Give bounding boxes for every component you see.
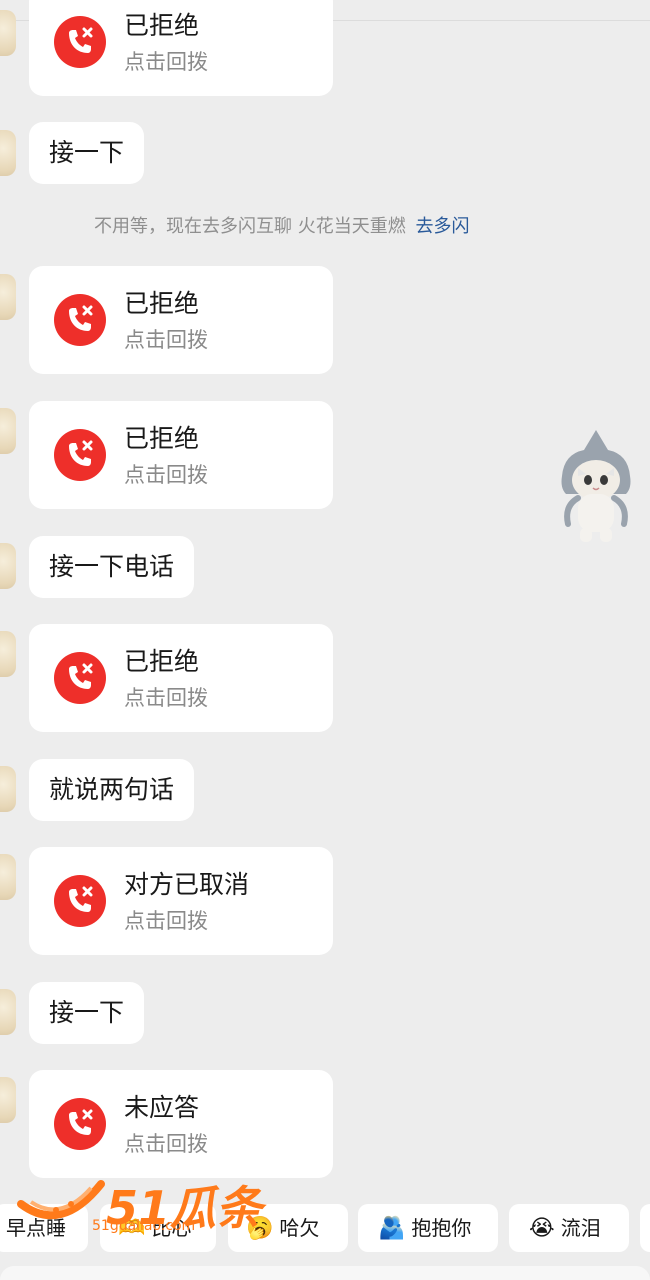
quick-reply-label: 哈欠 <box>279 1216 320 1240</box>
call-record-bubble[interactable]: 已拒绝 点击回拨 <box>29 0 333 96</box>
system-notice-text: 不用等，现在去多闪互聊 火花当天重燃 <box>94 216 406 237</box>
avatar[interactable] <box>0 10 16 56</box>
quick-reply-chip[interactable]: 🫂 抱抱你 <box>358 1204 498 1252</box>
missed-call-icon <box>54 16 106 68</box>
watermark-logo: 51瓜条 51gualiao.com <box>16 1170 262 1240</box>
input-area[interactable] <box>0 1266 650 1280</box>
call-record-bubble[interactable]: 对方已取消 点击回拨 <box>29 847 333 955</box>
missed-call-icon <box>54 1098 106 1150</box>
call-status: 已拒绝 <box>124 424 200 453</box>
text-message-bubble[interactable]: 接一下 <box>29 122 145 184</box>
avatar[interactable] <box>0 543 16 589</box>
quick-reply-label: 流泪 <box>560 1216 601 1240</box>
callback-label: 点击回拨 <box>124 686 208 710</box>
go-duoshan-link[interactable]: 去多闪 <box>415 216 469 237</box>
callback-label: 点击回拨 <box>124 328 208 352</box>
text-message-bubble[interactable]: 接一下电话 <box>29 536 195 598</box>
call-record-bubble[interactable]: 已拒绝 点击回拨 <box>29 624 333 732</box>
avatar[interactable] <box>0 989 16 1035</box>
avatar[interactable] <box>0 408 16 454</box>
call-record-bubble[interactable]: 已拒绝 点击回拨 <box>29 266 333 374</box>
callback-label: 点击回拨 <box>124 1132 208 1156</box>
missed-call-icon <box>54 875 106 927</box>
avatar[interactable] <box>0 631 16 677</box>
call-record-bubble[interactable]: 已拒绝 点击回拨 <box>29 401 333 509</box>
avatar[interactable] <box>0 766 16 812</box>
call-status: 已拒绝 <box>124 647 200 676</box>
crying-emoji-icon: 😭 <box>529 1216 555 1241</box>
watermark-url: 51gualiao.com <box>92 1218 196 1234</box>
callback-label: 点击回拨 <box>124 463 208 487</box>
call-status: 对方已取消 <box>124 870 250 899</box>
avatar[interactable] <box>0 274 16 320</box>
quick-reply-chip[interactable]: 😭 流泪 <box>509 1204 629 1252</box>
call-record-bubble[interactable]: 未应答 点击回拨 <box>29 1070 333 1178</box>
callback-label: 点击回拨 <box>124 50 208 74</box>
missed-call-icon <box>54 294 106 346</box>
call-status: 未应答 <box>124 1093 200 1122</box>
shark-cat-sticker[interactable] <box>556 428 636 546</box>
avatar[interactable] <box>0 1077 16 1123</box>
missed-call-icon <box>54 429 106 481</box>
avatar[interactable] <box>0 854 16 900</box>
call-status: 已拒绝 <box>124 289 200 318</box>
missed-call-icon <box>54 652 106 704</box>
text-message-bubble[interactable]: 接一下 <box>29 982 145 1044</box>
call-status: 已拒绝 <box>124 11 200 40</box>
system-notice: 不用等，现在去多闪互聊 火花当天重燃 去多闪 <box>0 212 650 238</box>
text-message-bubble[interactable]: 就说两句话 <box>29 759 195 821</box>
avatar[interactable] <box>0 130 16 176</box>
callback-label: 点击回拨 <box>124 909 208 933</box>
hug-emoji-icon: 🫂 <box>378 1216 406 1241</box>
quick-reply-label: 抱抱你 <box>411 1216 472 1240</box>
quick-reply-chip[interactable] <box>640 1204 650 1252</box>
